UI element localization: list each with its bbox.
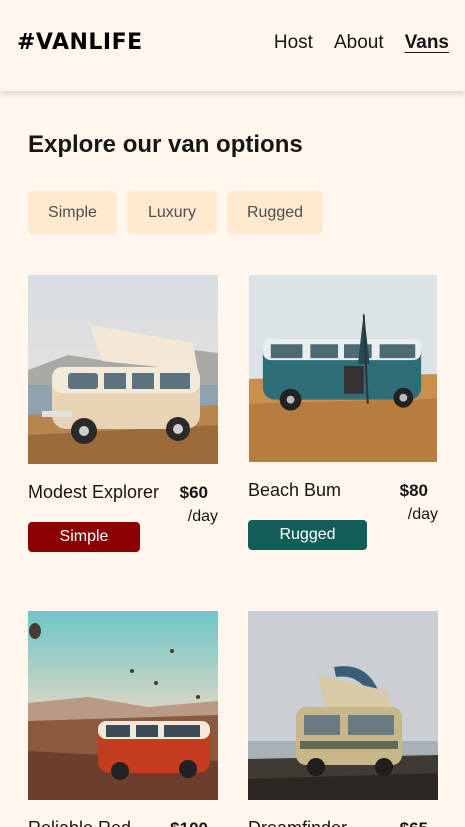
page-title: Explore our van options (28, 131, 303, 158)
van-type-badge-simple[interactable]: Simple (28, 522, 140, 552)
van-photo-modest-explorer[interactable] (28, 275, 218, 464)
site-logo[interactable]: #VANLIFE (17, 30, 143, 55)
main-nav: Host About Vans (253, 32, 449, 54)
van-photo-reliable-red[interactable] (28, 611, 218, 800)
site-header: #VANLIFE Host About Vans (0, 0, 465, 91)
van-card[interactable]: Modest Explorer $60 /day Simple (28, 275, 218, 565)
van-photo-dreamfinder[interactable] (248, 611, 438, 800)
van-card[interactable]: Beach Bum $80 /day Rugged (248, 275, 438, 565)
nav-link-about[interactable]: About (334, 32, 384, 54)
van-card[interactable]: Dreamfinder $65 (248, 611, 438, 827)
van-card[interactable]: Reliable Red $100 (28, 611, 218, 827)
van-name[interactable]: Dreamfinder (248, 818, 347, 827)
van-price-unit: /day (187, 508, 218, 525)
van-name[interactable]: Reliable Red (28, 818, 131, 827)
van-price: $100 (170, 819, 208, 827)
filter-rugged-button[interactable]: Rugged (227, 191, 323, 234)
van-price: $60 (179, 483, 208, 502)
van-price-unit: /day (407, 506, 438, 523)
filter-simple-button[interactable]: Simple (28, 191, 117, 234)
van-type-badge-rugged[interactable]: Rugged (248, 520, 367, 550)
filter-bar: Simple Luxury Rugged (28, 191, 333, 234)
van-photo-beach-bum[interactable] (248, 275, 438, 462)
van-name[interactable]: Modest Explorer (28, 482, 159, 503)
van-price: $80 (399, 481, 428, 500)
nav-link-host[interactable]: Host (274, 32, 313, 54)
nav-link-vans[interactable]: Vans (405, 32, 449, 54)
filter-luxury-button[interactable]: Luxury (127, 191, 217, 234)
van-price: $65 (400, 819, 428, 827)
van-name[interactable]: Beach Bum (248, 480, 341, 501)
